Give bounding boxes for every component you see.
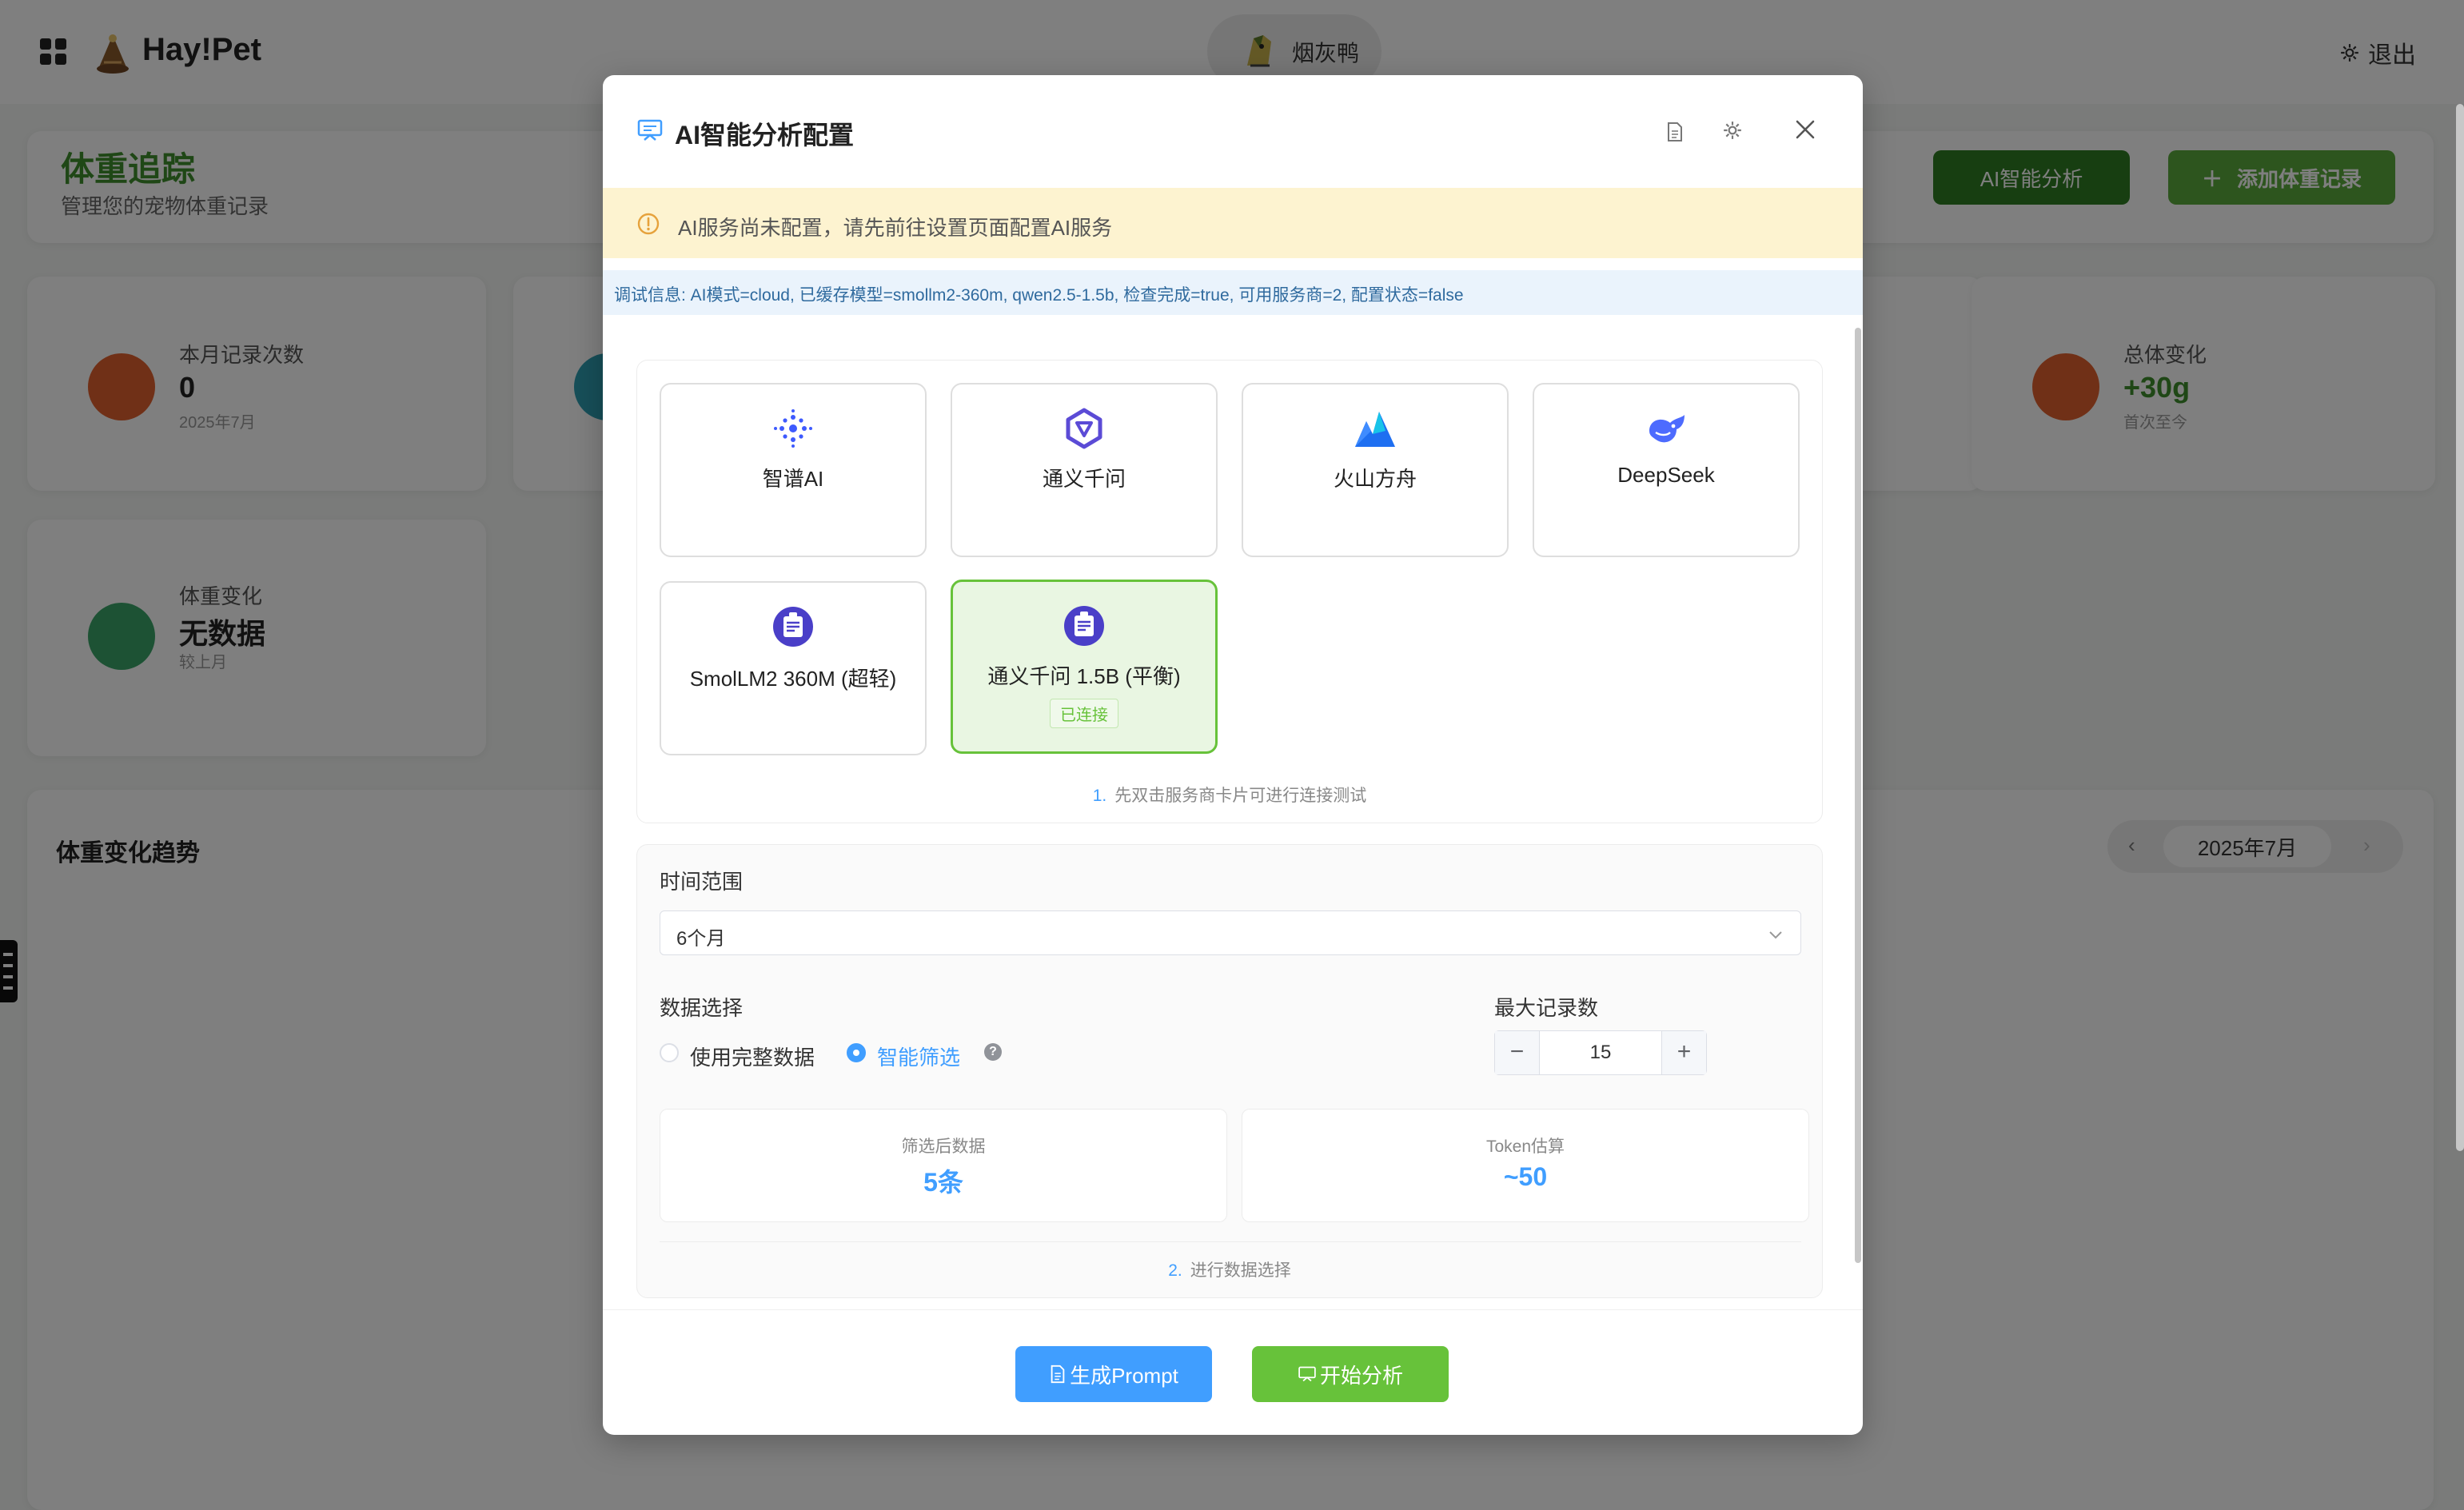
provider-card-tongyi[interactable]: 通义千问	[951, 383, 1218, 557]
chevron-down-icon	[1769, 931, 1782, 939]
filtered-data-card: 筛选后数据 5条	[660, 1109, 1227, 1222]
settings-gear-icon[interactable]	[1722, 120, 1743, 141]
connected-badge: 已连接	[1050, 699, 1118, 728]
ai-config-dialog: AI智能分析配置 AI服务尚未配置，请先前往设置页面配置AI服务 调试信息: A…	[603, 75, 1863, 1435]
time-range-value: 6个月	[676, 928, 726, 950]
step-number: 2.	[1168, 1261, 1182, 1280]
provider-card-zhipu[interactable]: 智谱AI	[660, 383, 927, 557]
debug-info: 调试信息: AI模式=cloud, 已缓存模型=smollm2-360m, qw…	[603, 270, 1863, 315]
help-icon[interactable]: ?	[984, 1043, 1002, 1061]
config-section: 时间范围 6个月 数据选择 最大记录数 使用完整数据 智能筛选 ? − 15 +…	[636, 844, 1823, 1298]
provider-card-smollm2[interactable]: SmolLM2 360M (超轻)	[660, 581, 927, 755]
filtered-data-label: 筛选后数据	[901, 1137, 986, 1156]
generate-prompt-button[interactable]: 生成Prompt	[1015, 1346, 1212, 1402]
provider-card-qwen-1.5b[interactable]: 通义千问 1.5B (平衡) 已连接	[951, 580, 1218, 754]
time-range-label: 时间范围	[660, 870, 744, 894]
footer-divider	[603, 1309, 1863, 1310]
step-number: 1.	[1092, 787, 1107, 805]
local-model-icon	[773, 607, 813, 647]
radio-full-data[interactable]	[660, 1043, 679, 1062]
provider-name: 智谱AI	[762, 467, 824, 491]
warning-icon	[637, 213, 660, 235]
start-analysis-button[interactable]: 开始分析	[1252, 1346, 1449, 1402]
provider-name: 火山方舟	[1333, 467, 1417, 491]
data-select-label: 数据选择	[660, 996, 744, 1020]
local-model-icon	[1064, 606, 1104, 646]
start-analysis-label: 开始分析	[1319, 1363, 1403, 1388]
token-estimate-label: Token估算	[1485, 1137, 1565, 1156]
increment-button[interactable]: +	[1661, 1031, 1706, 1074]
token-estimate-value: ~50	[1503, 1162, 1548, 1191]
dialog-title: AI智能分析配置	[675, 121, 855, 149]
debug-text: 调试信息: AI模式=cloud, 已缓存模型=smollm2-360m, qw…	[614, 286, 1464, 305]
provider-section: 智谱AI 通义千问 火山方舟 DeepSeek SmolLM2 360M (超轻…	[636, 360, 1823, 823]
provider-name: 通义千问 1.5B (平衡)	[987, 664, 1181, 688]
document-icon	[1051, 1365, 1065, 1384]
time-range-select[interactable]: 6个月	[660, 910, 1801, 955]
radio-smart-filter-label[interactable]: 智能筛选	[877, 1042, 960, 1071]
provider-name: SmolLM2 360M (超轻)	[689, 667, 897, 691]
radio-full-data-label[interactable]: 使用完整数据	[690, 1042, 815, 1071]
section-divider	[660, 1241, 1801, 1242]
presentation-icon	[637, 119, 663, 141]
provider-card-volcano[interactable]: 火山方舟	[1242, 383, 1509, 557]
document-icon[interactable]	[1666, 122, 1684, 142]
token-estimate-card: Token估算 ~50	[1242, 1109, 1809, 1222]
presentation-icon	[1298, 1366, 1316, 1382]
page-scrollbar[interactable]	[2456, 104, 2464, 1151]
warning-alert: AI服务尚未配置，请先前往设置页面配置AI服务	[603, 188, 1863, 258]
warning-text: AI服务尚未配置，请先前往设置页面配置AI服务	[678, 216, 1113, 240]
step-hint-2: 2. 进行数据选择	[637, 1257, 1822, 1281]
provider-name: DeepSeek	[1617, 463, 1715, 487]
provider-card-deepseek[interactable]: DeepSeek	[1533, 383, 1800, 557]
decrement-button[interactable]: −	[1495, 1031, 1540, 1074]
max-records-input[interactable]: 15	[1540, 1031, 1661, 1074]
tongyi-icon	[1066, 408, 1102, 449]
step-hint-1: 1. 先双击服务商卡片可进行连接测试	[637, 783, 1822, 807]
deepseek-icon	[1649, 415, 1685, 443]
generate-prompt-label: 生成Prompt	[1070, 1363, 1178, 1388]
step-text: 进行数据选择	[1190, 1261, 1291, 1280]
max-records-label: 最大记录数	[1494, 996, 1599, 1020]
provider-name: 通义千问	[1042, 467, 1126, 491]
max-records-stepper: − 15 +	[1494, 1030, 1707, 1075]
volcano-icon	[1355, 412, 1395, 447]
radio-smart-filter[interactable]	[847, 1043, 866, 1062]
close-icon[interactable]	[1791, 115, 1820, 144]
zhipu-icon	[774, 409, 812, 448]
filtered-data-value: 5条	[923, 1168, 963, 1197]
dialog-scrollbar[interactable]	[1855, 328, 1861, 1263]
step-text: 先双击服务商卡片可进行连接测试	[1114, 787, 1367, 805]
